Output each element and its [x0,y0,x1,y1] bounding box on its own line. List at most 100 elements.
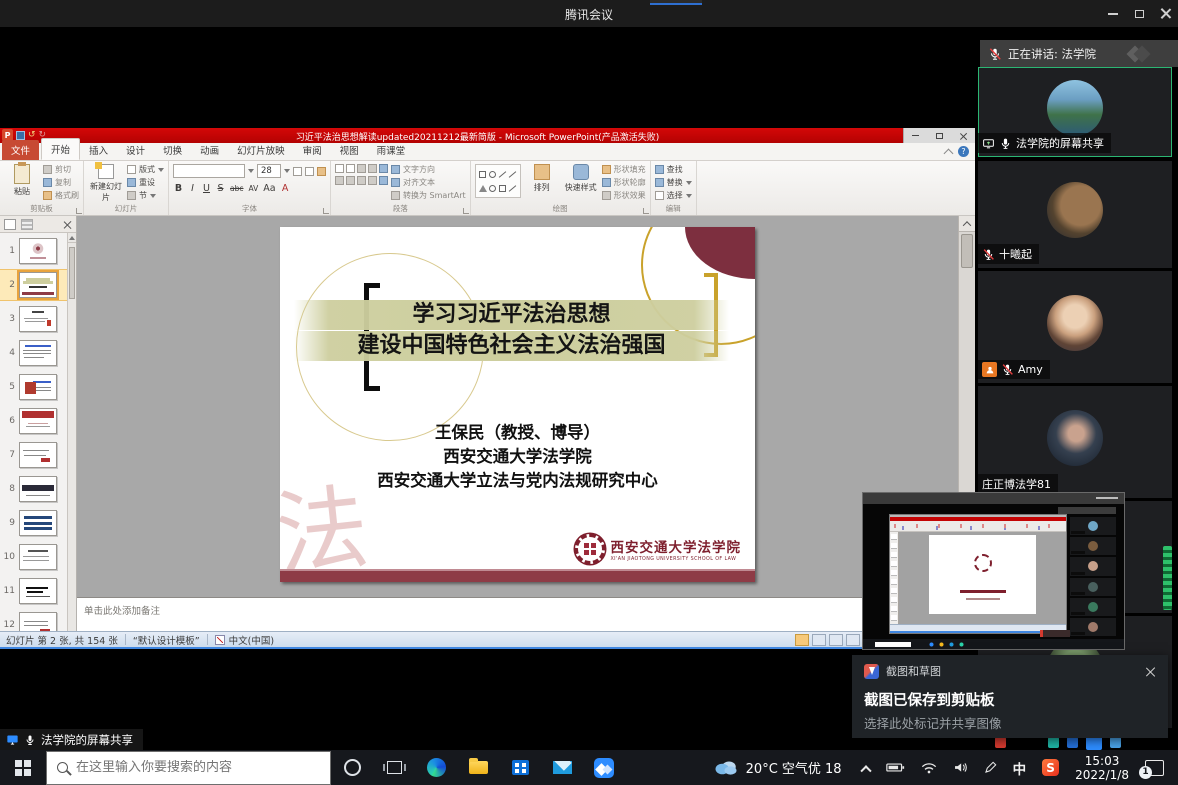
italic-button[interactable]: I [187,183,198,194]
clear-formatting-icon[interactable] [317,167,326,176]
help-icon[interactable] [958,146,969,157]
tab-file[interactable]: 文件 [2,140,39,160]
close-panel-icon[interactable] [63,220,72,229]
action-center-button[interactable]: 1 [1137,750,1178,785]
scrollbar-thumb[interactable] [961,234,973,268]
collapse-ribbon-icon[interactable] [944,148,954,158]
shape-fill-button[interactable]: 形状填充 [602,164,646,175]
grow-font-icon[interactable] [293,167,302,176]
reading-view-button[interactable] [829,634,843,646]
snip-sketch-notification[interactable]: 截图和草图 截图已保存到剪贴板 选择此处标记并共享图像 [852,655,1168,738]
convert-smartart-button[interactable]: 转换为 SmartArt [391,190,466,201]
slide-thumbnail-7[interactable]: 7 [0,440,67,470]
tab-insert[interactable]: 插入 [80,140,117,160]
drawing-dialog-launcher[interactable] [643,208,649,214]
increase-indent-icon[interactable] [368,164,377,173]
text-direction-button[interactable]: 文字方向 [391,164,466,175]
scrollbar-thumb[interactable] [69,247,75,299]
quick-styles-button[interactable]: 快速样式 [563,164,599,203]
underline-button[interactable]: U [201,183,212,194]
participant-tile[interactable]: Amy [978,271,1172,383]
slide-thumbnail-4[interactable]: 4 [0,338,67,368]
maximize-button[interactable] [1126,0,1152,27]
find-button[interactable]: 查找 [655,164,692,175]
meeting-controls-collapsed-tab[interactable] [650,0,702,5]
start-button[interactable] [0,750,46,785]
layout-button[interactable]: 版式 [127,164,164,175]
decrease-indent-icon[interactable] [357,164,366,173]
slides-tab-icon[interactable] [4,219,16,230]
weather-widget[interactable]: 20°C 空气优 18 [702,758,854,777]
pen-settings-button[interactable] [976,750,1005,785]
tab-slideshow[interactable]: 幻灯片放映 [228,140,294,160]
line-spacing-icon[interactable] [379,164,388,173]
slide-thumbnail-11[interactable]: 11 [0,576,67,606]
participant-tile[interactable]: 十曦起 [978,161,1172,268]
slide-title[interactable]: 学习习近平法治思想 建设中国特色社会主义法治强国 [294,299,729,362]
shrink-font-icon[interactable] [305,167,314,176]
status-language[interactable]: 中文(中国) [229,633,274,647]
copy-button[interactable]: 复制 [43,177,79,188]
slide-thumbnail-1[interactable]: 1 [0,236,67,266]
section-button[interactable]: 节 [127,190,164,201]
slide-thumbnail-2-selected[interactable]: 2 [0,270,67,300]
file-explorer-button[interactable] [457,750,499,785]
slide-thumbnail-8[interactable]: 8 [0,474,67,504]
tab-home[interactable]: 开始 [41,138,80,160]
tab-review[interactable]: 审阅 [294,140,331,160]
notification-close-icon[interactable] [1145,666,1156,677]
slide-thumbnail-3[interactable]: 3 [0,304,67,334]
sogou-input-button[interactable]: S [1034,750,1067,785]
bold-button[interactable]: B [173,183,184,194]
search-input[interactable] [76,760,320,775]
taskbar-search[interactable] [46,751,331,785]
battery-button[interactable] [878,750,913,785]
pip-titlebar[interactable] [863,493,1124,504]
clipboard-dialog-launcher[interactable] [76,208,82,214]
participant-tile[interactable]: 庄正博法学81 [978,386,1172,498]
format-painter-button[interactable]: 格式刷 [43,190,79,201]
microsoft-store-button[interactable] [499,750,541,785]
network-button[interactable] [913,750,945,785]
tencent-meeting-button[interactable] [583,750,625,785]
ppt-minimize-button[interactable] [904,128,928,143]
ime-indicator[interactable]: 中 [1005,750,1035,785]
font-color-button[interactable]: A [280,183,291,194]
outline-tab-icon[interactable] [21,219,33,230]
volume-button[interactable] [945,750,976,785]
slide-thumbnail-6[interactable]: 6 [0,406,67,436]
arrange-button[interactable]: 排列 [524,164,560,203]
minimize-button[interactable] [1100,0,1126,27]
save-icon[interactable] [16,131,25,140]
font-size-combobox[interactable]: 28 [257,164,281,178]
task-view-button[interactable] [373,750,415,785]
tab-design[interactable]: 设计 [117,140,154,160]
shape-outline-button[interactable]: 形状轮廓 [602,177,646,188]
taskbar-clock[interactable]: 15:03 2022/1/8 [1067,754,1137,782]
notification-body[interactable]: 选择此处标记并共享图像 [852,710,1168,732]
shapes-gallery[interactable] [475,164,521,198]
strikethrough-button[interactable]: S [215,183,226,194]
ppt-restore-button[interactable] [928,128,952,143]
current-slide[interactable]: 学习习近平法治思想 建设中国特色社会主义法治强国 王保民（教授、博导） 西安交通… [280,227,755,582]
ppt-close-button[interactable] [951,128,975,143]
tab-transitions[interactable]: 切换 [154,140,191,160]
replace-button[interactable]: 替换 [655,177,692,188]
align-text-button[interactable]: 对齐文本 [391,177,466,188]
undo-icon[interactable]: ↺ [28,131,36,140]
reset-button[interactable]: 重设 [127,177,164,188]
cut-button[interactable]: 剪切 [43,164,79,175]
slide-thumbnail-5[interactable]: 5 [0,372,67,402]
bullets-icon[interactable] [335,164,344,173]
font-name-combobox[interactable] [173,164,245,178]
justify-icon[interactable] [368,176,377,185]
show-hidden-icons-button[interactable] [854,750,878,785]
align-right-icon[interactable] [357,176,366,185]
notes-pane[interactable]: 单击此处添加备注 [77,597,975,631]
mail-button[interactable] [541,750,583,785]
screen-share-preview-window[interactable] [862,492,1125,650]
shadow-button[interactable]: abc [229,184,244,193]
normal-view-button[interactable] [795,634,809,646]
tab-animations[interactable]: 动画 [191,140,228,160]
paragraph-dialog-launcher[interactable] [463,208,469,214]
